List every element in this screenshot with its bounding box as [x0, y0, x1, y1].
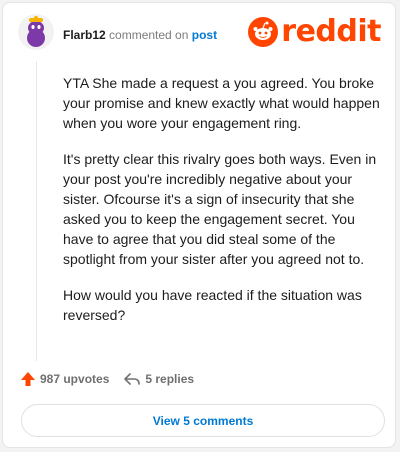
upvote-arrow-icon [21, 372, 35, 386]
post-link[interactable]: post [192, 28, 217, 42]
comment-paragraph: YTA She made a request a you agreed. You… [63, 75, 380, 131]
avatar[interactable] [18, 14, 54, 50]
upvote-button[interactable]: 987 upvotes [20, 371, 109, 387]
comment-actions: 987 upvotes 5 replies [20, 371, 194, 387]
view-comments-button[interactable]: View 5 comments [21, 404, 385, 437]
comment-paragraph: It's pretty clear this rivalry goes both… [63, 151, 377, 267]
reply-count: 5 replies [145, 372, 195, 386]
comment-body: YTA She made a request a you agreed. You… [63, 73, 385, 341]
reddit-alien-icon [248, 17, 279, 47]
reddit-wordmark: reddit [281, 14, 381, 49]
thread-line[interactable] [36, 61, 37, 361]
comment-paragraph: How would you have reacted if the situat… [63, 287, 362, 323]
username-link[interactable]: Flarb12 [63, 28, 106, 42]
comment-byline: Flarb12 commented on post [63, 28, 217, 42]
replies-button[interactable]: 5 replies [123, 371, 194, 387]
upvote-count: 987 upvotes [40, 372, 110, 386]
reply-arrow-icon [124, 373, 141, 385]
comment-card: Flarb12 commented on post reddit YTA She… [2, 2, 396, 448]
reddit-logo[interactable]: reddit [248, 17, 381, 47]
action-text: commented on [109, 28, 189, 42]
